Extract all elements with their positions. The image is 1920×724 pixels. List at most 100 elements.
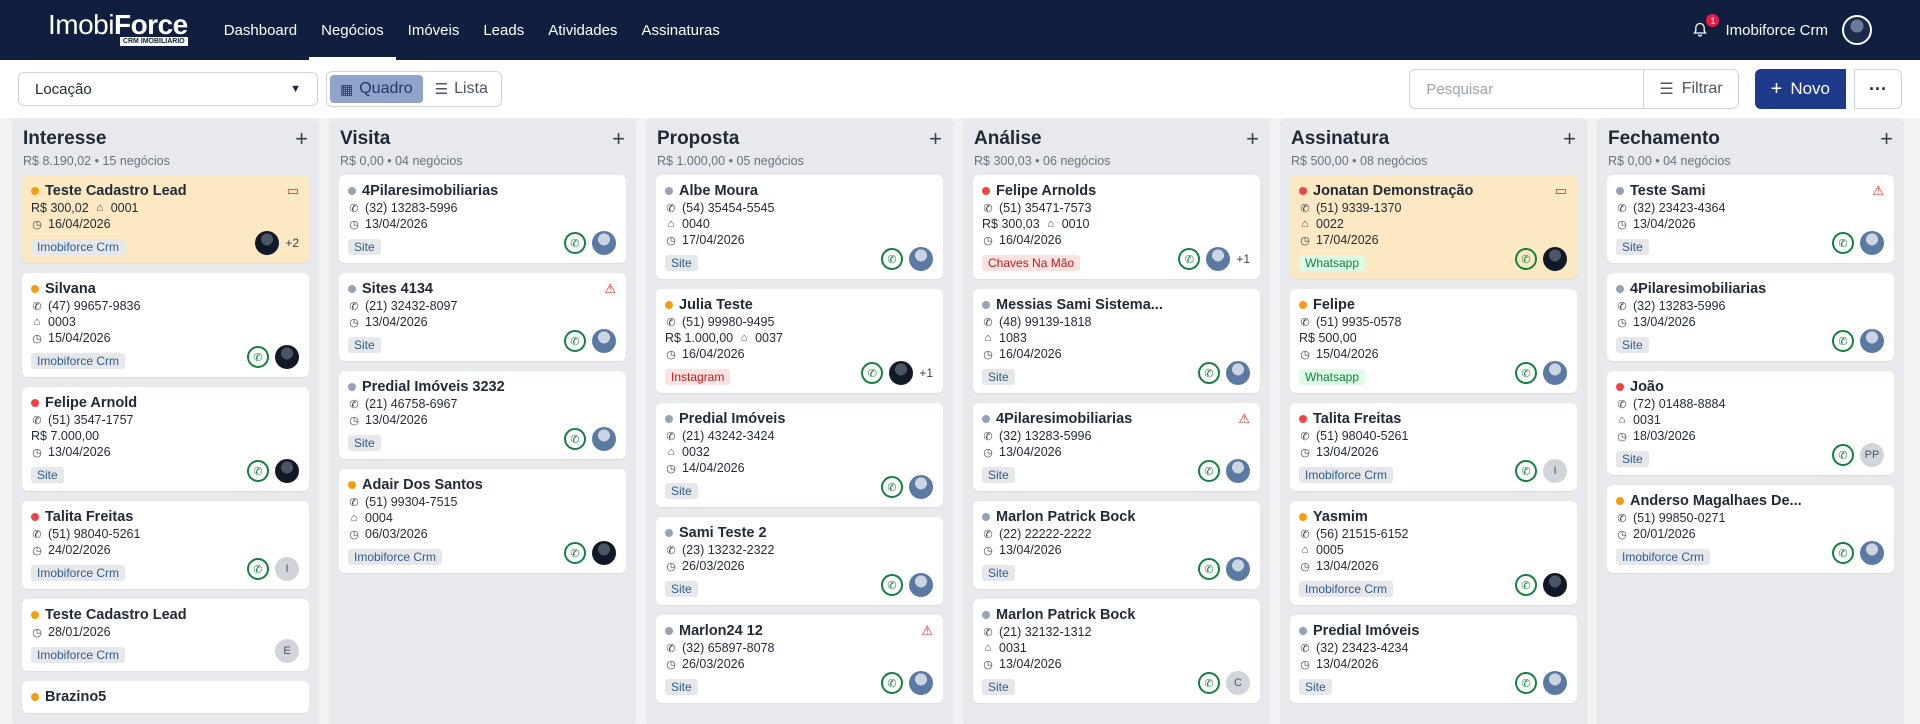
nav-assinaturas[interactable]: Assinaturas bbox=[629, 0, 731, 60]
assignee-avatar[interactable] bbox=[592, 427, 616, 451]
logo[interactable]: ImobiForce CRM IMOBILIÁRIO bbox=[48, 10, 188, 46]
whatsapp-icon[interactable]: ✆ bbox=[881, 476, 903, 498]
assignee-avatar[interactable] bbox=[1860, 329, 1884, 353]
deal-card[interactable]: Teste Cadastro Lead ▭ R$ 300,02 ⌂ 0001 ◷ 16/04… bbox=[22, 175, 309, 263]
deal-card[interactable]: Brazino5 bbox=[22, 681, 309, 713]
assignee-avatar[interactable] bbox=[255, 231, 280, 255]
whatsapp-icon[interactable]: ✆ bbox=[564, 330, 586, 352]
nav-leads[interactable]: Leads bbox=[471, 0, 536, 60]
assignee-avatar[interactable]: C bbox=[1226, 671, 1250, 695]
assignee-avatar[interactable] bbox=[592, 541, 616, 565]
add-card-button[interactable]: + bbox=[929, 128, 942, 150]
whatsapp-icon[interactable]: ✆ bbox=[247, 460, 269, 482]
whatsapp-icon[interactable]: ✆ bbox=[1832, 330, 1854, 352]
assignee-avatar[interactable] bbox=[592, 231, 616, 255]
whatsapp-icon[interactable]: ✆ bbox=[564, 542, 586, 564]
view-board-button[interactable]: ▦ Quadro bbox=[330, 75, 423, 103]
deal-card[interactable]: Adair Dos Santos ✆ (51) 99304-7515 ⌂ 0004 ◷ 06… bbox=[339, 469, 626, 573]
deal-card[interactable]: Messias Sami Sistema... ✆ (48) 99139-1818 ⌂… bbox=[973, 289, 1260, 393]
deal-card[interactable]: Felipe Arnold ✆ (51) 3547-1757 R$ 7.000,00 ◷… bbox=[22, 387, 309, 491]
whatsapp-icon[interactable]: ✆ bbox=[881, 574, 903, 596]
assignee-avatar[interactable] bbox=[1860, 541, 1884, 565]
add-card-button[interactable]: + bbox=[1880, 128, 1893, 150]
whatsapp-icon[interactable]: ✆ bbox=[1198, 558, 1220, 580]
whatsapp-icon[interactable]: ✆ bbox=[1178, 248, 1201, 270]
assignee-avatar[interactable]: PP bbox=[1860, 443, 1884, 467]
deal-card[interactable]: Marlon Patrick Bock ✆ (22) 22222-2222 ◷ 13/0… bbox=[973, 501, 1260, 589]
deal-card[interactable]: Talita Freitas ✆ (51) 98040-5261 ◷ 24/02/202… bbox=[22, 501, 309, 589]
whatsapp-icon[interactable]: ✆ bbox=[1198, 460, 1220, 482]
filter-button[interactable]: ☰ Filtrar bbox=[1644, 70, 1737, 108]
assignee-avatar[interactable] bbox=[1543, 671, 1567, 695]
deal-card[interactable]: 4Pilaresimobiliarias ✆ (32) 13283-5996 ◷ 13/… bbox=[1607, 273, 1894, 361]
assignee-avatar[interactable] bbox=[909, 671, 933, 695]
assignee-avatar[interactable]: I bbox=[275, 557, 299, 581]
deal-card[interactable]: 4Pilaresimobiliarias ⚠ ✆ (32) 13283-5996 ◷ 13… bbox=[973, 403, 1260, 491]
whatsapp-icon[interactable]: ✆ bbox=[1515, 672, 1537, 694]
assignee-avatar[interactable]: E bbox=[275, 639, 299, 663]
assignee-avatar[interactable] bbox=[1543, 573, 1567, 597]
assignee-avatar[interactable] bbox=[1226, 459, 1250, 483]
whatsapp-icon[interactable]: ✆ bbox=[247, 558, 269, 580]
add-card-button[interactable]: + bbox=[295, 128, 308, 150]
whatsapp-icon[interactable]: ✆ bbox=[1515, 574, 1537, 596]
deal-card[interactable]: Felipe Arnolds ✆ (51) 35471-7573 R$ 300,03 ⌂… bbox=[973, 175, 1260, 279]
view-list-button[interactable]: ☰ Lista bbox=[425, 75, 498, 103]
deal-card[interactable]: Silvana ✆ (47) 99657-9836 ⌂ 0003 ◷ 15/04/2026 I… bbox=[22, 273, 309, 377]
assignee-avatar[interactable] bbox=[1226, 557, 1250, 581]
deal-card[interactable]: Sites 4134 ⚠ ✆ (21) 32432-8097 ◷ 13/04/2026 Si… bbox=[339, 273, 626, 361]
whatsapp-icon[interactable]: ✆ bbox=[861, 362, 884, 384]
add-card-button[interactable]: + bbox=[1246, 128, 1259, 150]
assignee-avatar[interactable] bbox=[889, 361, 914, 385]
whatsapp-icon[interactable]: ✆ bbox=[564, 428, 586, 450]
deal-card[interactable]: Julia Teste ✆ (51) 99980-9495 R$ 1.000,00 ⌂ 0… bbox=[656, 289, 943, 393]
whatsapp-icon[interactable]: ✆ bbox=[1515, 362, 1537, 384]
user-avatar[interactable] bbox=[1842, 15, 1872, 45]
deal-card[interactable]: João ✆ (72) 01488-8884 ⌂ 0031 ◷ 18/03/2026 Site… bbox=[1607, 371, 1894, 475]
user-name[interactable]: Imobiforce Crm bbox=[1725, 22, 1828, 39]
deal-card[interactable]: Teste Cadastro Lead ◷ 28/01/2026 Imobiforce… bbox=[22, 599, 309, 671]
add-card-button[interactable]: + bbox=[612, 128, 625, 150]
assignee-avatar[interactable] bbox=[1860, 231, 1884, 255]
deal-card[interactable]: Sami Teste 2 ✆ (23) 13232-2322 ◷ 26/03/2026 S… bbox=[656, 517, 943, 605]
deal-card[interactable]: Predial Imóveis 3232 ✆ (21) 46758-6967 ◷ 13/… bbox=[339, 371, 626, 459]
assignee-avatar[interactable] bbox=[1543, 361, 1567, 385]
assignee-avatar[interactable] bbox=[909, 247, 933, 271]
deal-card[interactable]: Talita Freitas ✆ (51) 98040-5261 ◷ 13/04/202… bbox=[1290, 403, 1577, 491]
nav-negocios[interactable]: Negócios bbox=[309, 0, 396, 60]
new-deal-button[interactable]: + Novo bbox=[1754, 69, 1846, 109]
nav-imoveis[interactable]: Imóveis bbox=[396, 0, 472, 60]
deal-card[interactable]: Marlon Patrick Bock ✆ (21) 32132-1312 ⌂ 0031… bbox=[973, 599, 1260, 703]
assignee-avatar[interactable] bbox=[592, 329, 616, 353]
whatsapp-icon[interactable]: ✆ bbox=[1832, 232, 1854, 254]
whatsapp-icon[interactable]: ✆ bbox=[1832, 444, 1854, 466]
deal-card[interactable]: Anderso Magalhaes De... ✆ (51) 99850-0271 ◷… bbox=[1607, 485, 1894, 573]
assignee-avatar[interactable] bbox=[1226, 361, 1250, 385]
nav-dashboard[interactable]: Dashboard bbox=[212, 0, 309, 60]
whatsapp-icon[interactable]: ✆ bbox=[1515, 248, 1537, 270]
notification-bell-icon[interactable]: 1 bbox=[1689, 14, 1720, 41]
whatsapp-icon[interactable]: ✆ bbox=[247, 346, 269, 368]
assignee-avatar[interactable]: I bbox=[1543, 459, 1567, 483]
whatsapp-icon[interactable]: ✆ bbox=[881, 672, 903, 694]
assignee-avatar[interactable] bbox=[275, 345, 299, 369]
whatsapp-icon[interactable]: ✆ bbox=[1832, 542, 1854, 564]
nav-atividades[interactable]: Atividades bbox=[536, 0, 629, 60]
assignee-avatar[interactable] bbox=[909, 573, 933, 597]
add-card-button[interactable]: + bbox=[1563, 128, 1576, 150]
deal-card[interactable]: Felipe ✆ (51) 9935-0578 R$ 500,00 ◷ 15/04/202… bbox=[1290, 289, 1577, 393]
deal-card[interactable]: 4Pilaresimobiliarias ✆ (32) 13283-5996 ◷ 13/… bbox=[339, 175, 626, 263]
whatsapp-icon[interactable]: ✆ bbox=[1198, 672, 1220, 694]
deal-card[interactable]: Predial Imóveis ✆ (21) 43242-3424 ⌂ 0032 ◷ 14/… bbox=[656, 403, 943, 507]
deal-card[interactable]: Teste Sami ⚠ ✆ (32) 23423-4364 ◷ 13/04/2026 Si… bbox=[1607, 175, 1894, 263]
deal-card[interactable]: Albe Moura ✆ (54) 35454-5545 ⌂ 0040 ◷ 17/04/20… bbox=[656, 175, 943, 279]
pipeline-select[interactable]: Locação ▼ bbox=[18, 72, 318, 106]
deal-card[interactable]: Jonatan Demonstração ▭ ✆ (51) 9339-1370 ⌂ 002… bbox=[1290, 175, 1577, 279]
assignee-avatar[interactable] bbox=[275, 459, 299, 483]
assignee-avatar[interactable] bbox=[909, 475, 933, 499]
deal-card[interactable]: Predial Imóveis ✆ (32) 23423-4234 ◷ 13/04/20… bbox=[1290, 615, 1577, 703]
whatsapp-icon[interactable]: ✆ bbox=[1515, 460, 1537, 482]
whatsapp-icon[interactable]: ✆ bbox=[1198, 362, 1220, 384]
whatsapp-icon[interactable]: ✆ bbox=[564, 232, 586, 254]
deal-card[interactable]: Marlon24 12 ⚠ ✆ (32) 65897-8078 ◷ 26/03/2026 S… bbox=[656, 615, 943, 703]
